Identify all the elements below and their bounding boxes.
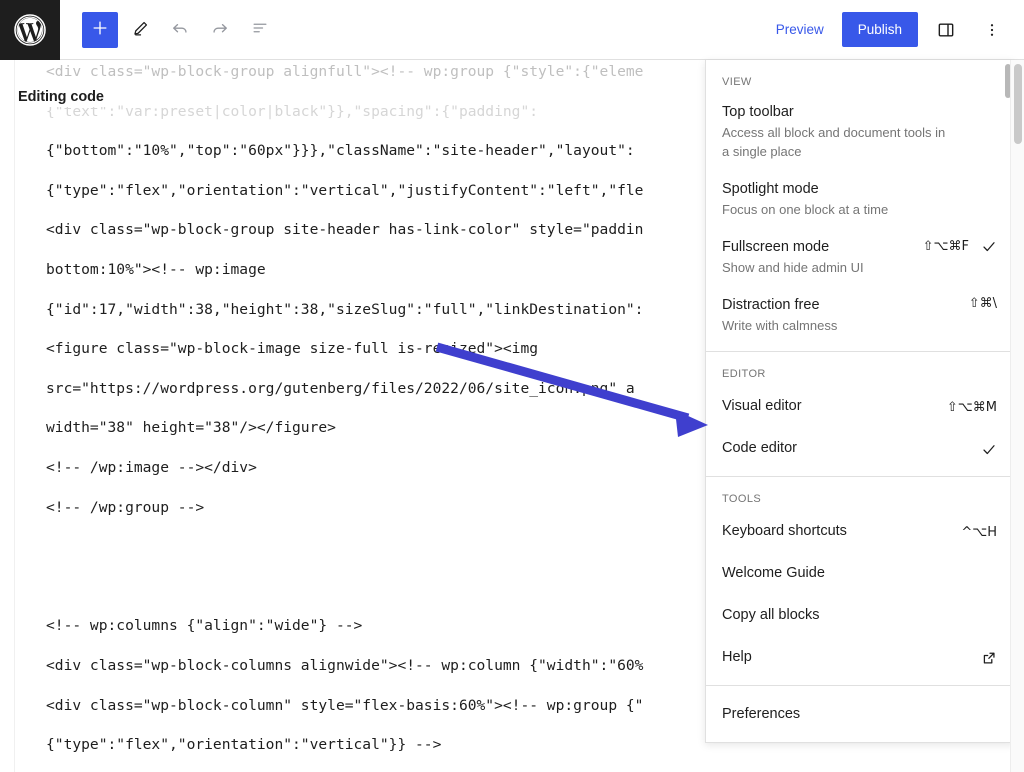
menu-item-code-editor[interactable]: Code editor [706,428,1013,470]
menu-item-adornments: ⇧⌘\ [959,295,997,311]
menu-item-description: Write with calmness [722,316,952,335]
menu-item-label: Spotlight mode [722,179,997,199]
menu-item-label: Welcome Guide [722,563,997,584]
menu-item-adornments: ^⌥H [951,524,997,540]
menu-item-label: Copy all blocks [722,605,997,626]
settings-sidebar-button[interactable] [928,12,964,48]
page-scrollbar[interactable] [1010,60,1024,772]
menu-item-text: Fullscreen modeShow and hide admin UI [722,237,913,277]
menu-item-help[interactable]: Help [706,637,1013,679]
menu-group: VIEW Top toolbarAccess all block and docu… [706,60,1013,351]
menu-item-label: Top toolbar [722,102,997,122]
menu-group-title: TOOLS [706,485,1013,511]
menu-item-description: Focus on one block at a time [722,200,952,219]
checkmark-icon [981,441,997,457]
menu-item-spotlight-mode[interactable]: Spotlight modeFocus on one block at a ti… [706,171,1013,229]
list-view-icon [250,18,270,41]
checkmark-icon [981,238,997,254]
menu-item-text: Code editor [722,438,971,459]
menu-item-text: Help [722,647,971,668]
wordpress-logo-icon [13,13,47,47]
menu-item-text: Visual editor [722,396,937,417]
menu-group: EDITOR Visual editor ⇧⌥⌘M Code editor [706,351,1013,476]
menu-item-keyboard-shortcuts[interactable]: Keyboard shortcuts ^⌥H [706,511,1013,553]
menu-item-label: Help [722,647,971,668]
menu-item-preferences[interactable]: Preferences [706,694,1013,736]
menu-item-copy-all-blocks[interactable]: Copy all blocks [706,595,1013,637]
menu-item-welcome-guide[interactable]: Welcome Guide [706,553,1013,595]
menu-item-distraction-free[interactable]: Distraction freeWrite with calmness ⇧⌘\ [706,287,1013,345]
add-block-button[interactable] [82,12,118,48]
page-scrollbar-thumb[interactable] [1014,64,1022,144]
menu-group: Preferences [706,685,1013,742]
menu-item-adornments: ⇧⌥⌘M [937,399,997,415]
editor-column-rule [14,60,15,772]
external-link-icon [981,650,997,666]
menu-group-title: VIEW [706,68,1013,94]
pencil-icon [131,19,150,41]
editor-toolbar [60,12,278,48]
menu-item-text: Preferences [722,704,997,725]
menu-item-label: Visual editor [722,396,937,417]
undo-arrow-icon [170,18,190,41]
menu-item-shortcut: ^⌥H [961,525,997,540]
menu-item-description: Show and hide admin UI [722,258,913,277]
menu-item-text: Distraction freeWrite with calmness [722,295,959,335]
menu-item-description: Access all block and document tools in a… [722,123,952,161]
menu-item-top-toolbar[interactable]: Top toolbarAccess all block and document… [706,94,1013,171]
editor-header: Preview Publish [0,0,1024,60]
menu-item-text: Top toolbarAccess all block and document… [722,102,997,161]
editing-mode-label: Editing code [16,87,110,107]
options-dropdown-menu[interactable]: VIEW Top toolbarAccess all block and docu… [705,60,1014,743]
sidebar-panel-icon [936,20,956,40]
menu-item-label: Distraction free [722,295,959,315]
three-dots-vertical-icon [983,21,1001,39]
redo-arrow-icon [210,18,230,41]
menu-item-label: Keyboard shortcuts [722,521,951,542]
publish-button[interactable]: Publish [842,12,918,47]
menu-item-label: Fullscreen mode [722,237,913,257]
menu-item-shortcut: ⇧⌥⌘M [947,400,997,415]
menu-item-text: Copy all blocks [722,605,997,626]
preview-button[interactable]: Preview [764,14,836,45]
redo-button[interactable] [202,12,238,48]
menu-item-label: Preferences [722,704,997,725]
header-actions: Preview Publish [764,12,1024,48]
menu-item-text: Welcome Guide [722,563,997,584]
editor-window: Preview Publish [0,0,1024,772]
menu-item-shortcut: ⇧⌥⌘F [923,239,969,254]
menu-item-visual-editor[interactable]: Visual editor ⇧⌥⌘M [706,386,1013,428]
menu-item-shortcut: ⇧⌘\ [969,296,997,311]
wordpress-logo-button[interactable] [0,0,60,60]
menu-item-fullscreen-mode[interactable]: Fullscreen modeShow and hide admin UI ⇧⌥⌘… [706,229,1013,287]
code-line: <div class="wp-block-group"><!-- wp:head… [46,765,994,772]
plus-icon [90,18,110,41]
menu-item-label: Code editor [722,438,971,459]
menu-item-text: Spotlight modeFocus on one block at a ti… [722,179,997,219]
menu-item-text: Keyboard shortcuts [722,521,951,542]
undo-button[interactable] [162,12,198,48]
menu-item-adornments [971,649,997,666]
menu-item-adornments [971,440,997,457]
options-button[interactable] [974,12,1010,48]
menu-item-adornments: ⇧⌥⌘F [913,237,997,254]
menu-group-title: EDITOR [706,360,1013,386]
menu-group: TOOLS Keyboard shortcuts ^⌥H Welcome Guide C… [706,476,1013,685]
tools-button[interactable] [122,12,158,48]
document-overview-button[interactable] [242,12,278,48]
